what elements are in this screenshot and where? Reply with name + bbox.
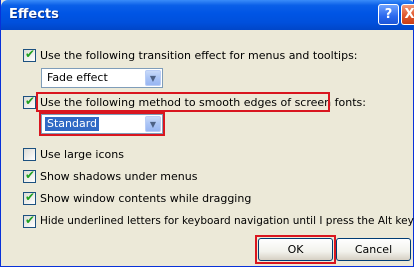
cancel-button[interactable]: Cancel	[336, 238, 411, 261]
hide-underlines-label: Hide underlined letters for keyboard nav…	[40, 215, 414, 227]
transition-checkbox[interactable]: ✔	[23, 46, 36, 62]
chevron-down-icon[interactable]: ▼	[145, 116, 161, 132]
hide-underlines-option[interactable]: ✔ Hide underlined letters for keyboard n…	[23, 212, 414, 228]
menu-shadows-checkbox[interactable]: ✔	[23, 167, 36, 183]
transition-effect-select[interactable]: Fade effect ▼	[41, 68, 163, 88]
checkmark-icon: ✔	[25, 212, 36, 227]
checkmark-icon: ✔	[25, 189, 36, 204]
transition-option[interactable]: ✔ Use the following transition effect fo…	[23, 46, 358, 62]
large-icons-option[interactable]: ✔ Use large icons	[23, 147, 124, 161]
checkmark-icon: ✔	[25, 46, 36, 61]
smoothing-method-value: Standard	[45, 117, 100, 131]
drag-contents-checkbox[interactable]: ✔	[23, 189, 36, 205]
menu-shadows-label: Show shadows under menus	[40, 169, 198, 183]
effects-dialog: Effects ? X ✔ Use the following transiti…	[0, 0, 414, 267]
dialog-title: Effects	[9, 7, 59, 22]
transition-label: Use the following transition effect for …	[40, 48, 358, 62]
drag-contents-option[interactable]: ✔ Show window contents while dragging	[23, 189, 252, 205]
checkmark-icon: ✔	[25, 93, 36, 108]
chevron-down-icon[interactable]: ▼	[145, 70, 161, 86]
smoothing-option[interactable]: ✔ Use the following method to smooth edg…	[23, 93, 366, 109]
menu-shadows-option[interactable]: ✔ Show shadows under menus	[23, 167, 198, 183]
dialog-content: ✔ Use the following transition effect fo…	[1, 30, 414, 267]
large-icons-checkbox[interactable]: ✔	[23, 147, 36, 161]
close-button[interactable]: X	[401, 4, 414, 25]
smoothing-checkbox[interactable]: ✔	[23, 93, 36, 109]
transition-effect-value: Fade effect	[47, 71, 108, 84]
smoothing-label: Use the following method to smooth edges…	[40, 95, 366, 109]
checkmark-icon: ✔	[25, 167, 36, 182]
large-icons-label: Use large icons	[40, 147, 124, 161]
hide-underlines-checkbox[interactable]: ✔	[23, 212, 36, 228]
ok-button[interactable]: OK	[258, 238, 333, 261]
title-bar: Effects ? X	[1, 0, 414, 30]
help-button[interactable]: ?	[378, 4, 399, 25]
drag-contents-label: Show window contents while dragging	[40, 191, 252, 205]
smoothing-method-select[interactable]: Standard ▼	[41, 114, 163, 134]
